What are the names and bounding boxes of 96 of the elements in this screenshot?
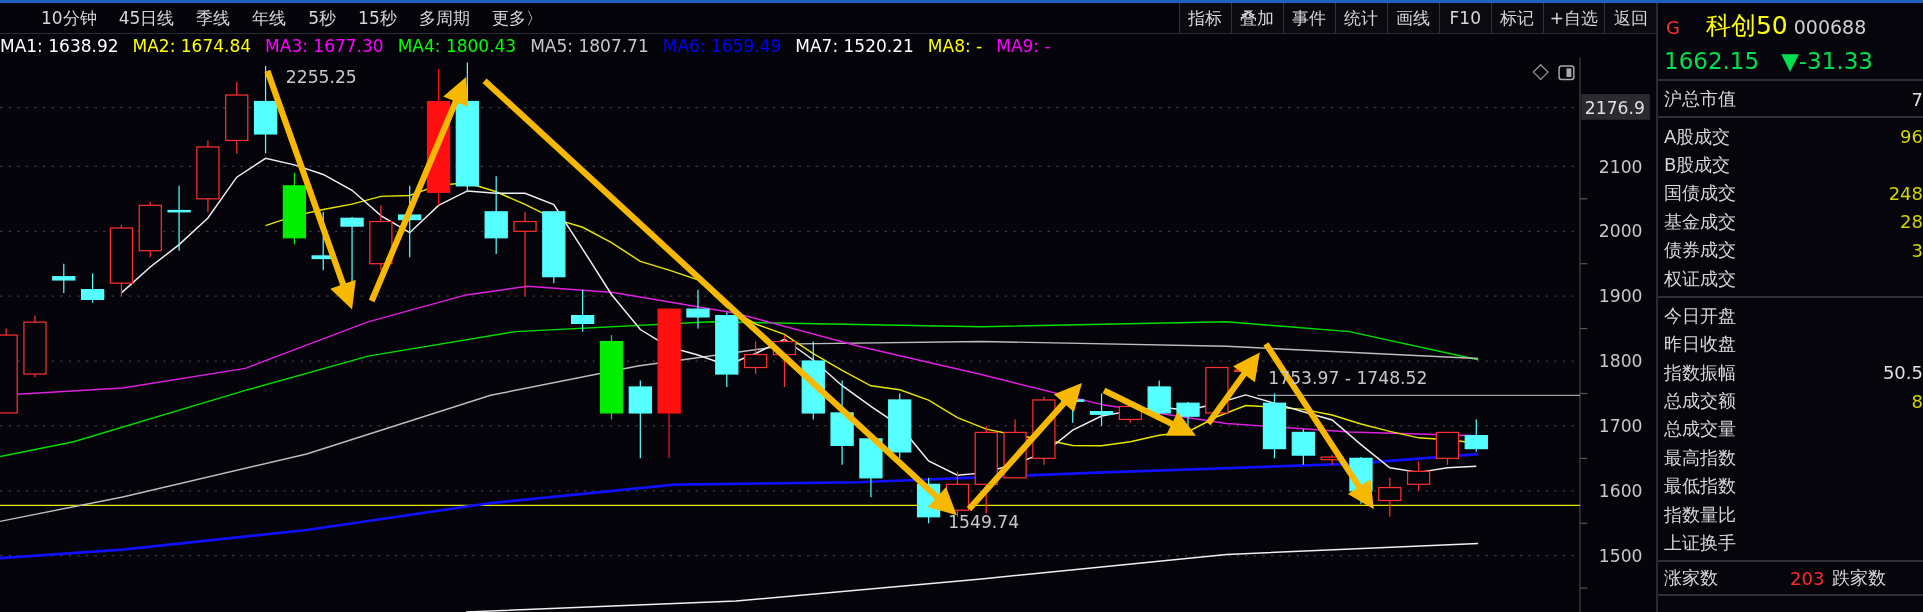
period-tab[interactable]: 季线: [185, 6, 242, 30]
stat-label: B股成交: [1664, 152, 1731, 177]
candle: [138, 201, 162, 258]
stat-label: 上证换手: [1664, 531, 1736, 556]
stat-label: A股成交: [1664, 124, 1731, 149]
stat-label: 指数量比: [1664, 502, 1736, 527]
moving-average-legend: MA2: 1674.84: [132, 36, 252, 56]
toolbar-button[interactable]: 统计: [1334, 3, 1387, 33]
stat-label: 总成交额: [1664, 389, 1736, 414]
candle: [1291, 428, 1315, 466]
stat-label: 国债成交: [1664, 181, 1736, 206]
toolbar-button[interactable]: F10: [1438, 3, 1491, 33]
candle: [1089, 392, 1114, 427]
candle: [1464, 418, 1488, 453]
stat-label: 权证成交: [1664, 266, 1736, 291]
moving-average-legend: MA6: 1659.49: [662, 36, 782, 56]
candle: [859, 438, 883, 498]
candle: [80, 272, 105, 304]
stat-value: 3: [1911, 239, 1923, 261]
period-tab[interactable]: 年线: [241, 6, 298, 30]
market-letter: G: [1666, 17, 1680, 38]
price-axis-label: 1700: [1598, 416, 1643, 437]
axis-tick: [1579, 392, 1588, 395]
candle: [52, 263, 76, 294]
period-tab[interactable]: 10分钟: [30, 6, 108, 30]
price-axis-label: 1600: [1598, 480, 1643, 501]
axis-tick: [1579, 457, 1588, 459]
stat-value: 7: [1911, 88, 1923, 110]
cursor-price-tag: 2176.9: [1581, 94, 1650, 120]
stat-value: 28: [1900, 211, 1923, 233]
stat-value: 96: [1900, 126, 1923, 148]
toolbar-button[interactable]: 画线: [1386, 3, 1439, 33]
toolbar-button[interactable]: 叠加: [1230, 3, 1283, 33]
stat-label: 今日开盘: [1664, 303, 1736, 328]
candle: [686, 289, 710, 330]
toolbar-button[interactable]: 指标: [1178, 3, 1231, 33]
toolbar-button[interactable]: 标记: [1490, 3, 1543, 33]
price-axis-label: 2000: [1598, 221, 1643, 242]
moving-average-legend: MA9: -: [996, 36, 1051, 56]
candle: [1262, 392, 1287, 459]
stat-label: 总成交量: [1664, 417, 1736, 442]
price-axis-label: 1500: [1598, 545, 1643, 566]
toolbar-button[interactable]: 返回: [1604, 3, 1656, 33]
candle: [23, 315, 47, 378]
moving-average-legend: MA7: 1520.21: [795, 36, 914, 56]
candle: [743, 340, 768, 375]
index-code: 000688: [1793, 16, 1867, 38]
axis-tick: [1579, 522, 1588, 524]
moving-average-legend: MA5: 1807.71: [530, 36, 649, 56]
period-tab[interactable]: 更多〉: [480, 6, 554, 30]
advancers-count: 203: [1790, 567, 1825, 589]
candle: [1147, 379, 1171, 417]
moving-average-legend: MA4: 1800.43: [397, 36, 517, 56]
candle: [1407, 461, 1431, 492]
candle: [1176, 401, 1200, 427]
stat-value: 8: [1911, 390, 1923, 412]
panel-toggle-icon[interactable]: [1558, 65, 1575, 81]
stat-label: 跌家数: [1832, 566, 1887, 591]
stat-label: 涨家数: [1664, 566, 1718, 591]
moving-average-legend: MA1: 1638.92: [0, 36, 119, 56]
stat-label: 基金成交: [1664, 209, 1736, 234]
axis-tick: [1579, 328, 1588, 330]
candle: [888, 392, 912, 459]
stat-label: 昨日收盘: [1664, 332, 1736, 357]
stat-label: 债券成交: [1664, 238, 1736, 263]
candle: [167, 185, 191, 252]
stat-value: 248: [1888, 182, 1923, 204]
price-axis-label: 2100: [1598, 156, 1643, 177]
stat-label: 最低指数: [1664, 474, 1736, 499]
axis-tick: [1579, 263, 1588, 265]
price-change: ▼-31.33: [1781, 48, 1873, 74]
index-name: 科创50: [1705, 10, 1788, 42]
period-tab[interactable]: 5秒: [297, 6, 348, 30]
stat-label: 沪总市值: [1664, 87, 1736, 112]
price-axis-label: 1800: [1598, 351, 1643, 372]
axis-tick: [1579, 587, 1588, 589]
low-price-label: 1549.74: [948, 511, 1020, 532]
period-tab[interactable]: 多周期: [407, 6, 481, 30]
candle: [1205, 366, 1229, 414]
candle: [571, 289, 595, 333]
diamond-icon[interactable]: [1532, 63, 1549, 81]
period-tab[interactable]: 15秒: [347, 6, 408, 30]
stat-label: 指数振幅: [1664, 360, 1736, 385]
price-axis-label: 1900: [1598, 286, 1643, 307]
period-tab[interactable]: 45日线: [107, 6, 186, 30]
candle: [1435, 431, 1460, 466]
stat-label: 最高指数: [1664, 445, 1736, 470]
stat-value: 50.5: [1882, 362, 1923, 384]
candle: [1378, 477, 1402, 518]
moving-average-legend: MA8: -: [927, 36, 983, 56]
toolbar-button[interactable]: +自选: [1542, 3, 1604, 33]
high-price-label: 2255.25: [285, 67, 357, 88]
axis-tick: [1579, 198, 1588, 200]
toolbar-button[interactable]: 事件: [1282, 3, 1335, 33]
index-price: 1662.15: [1664, 48, 1760, 74]
moving-average-legend: MA3: 1677.30: [265, 36, 384, 56]
